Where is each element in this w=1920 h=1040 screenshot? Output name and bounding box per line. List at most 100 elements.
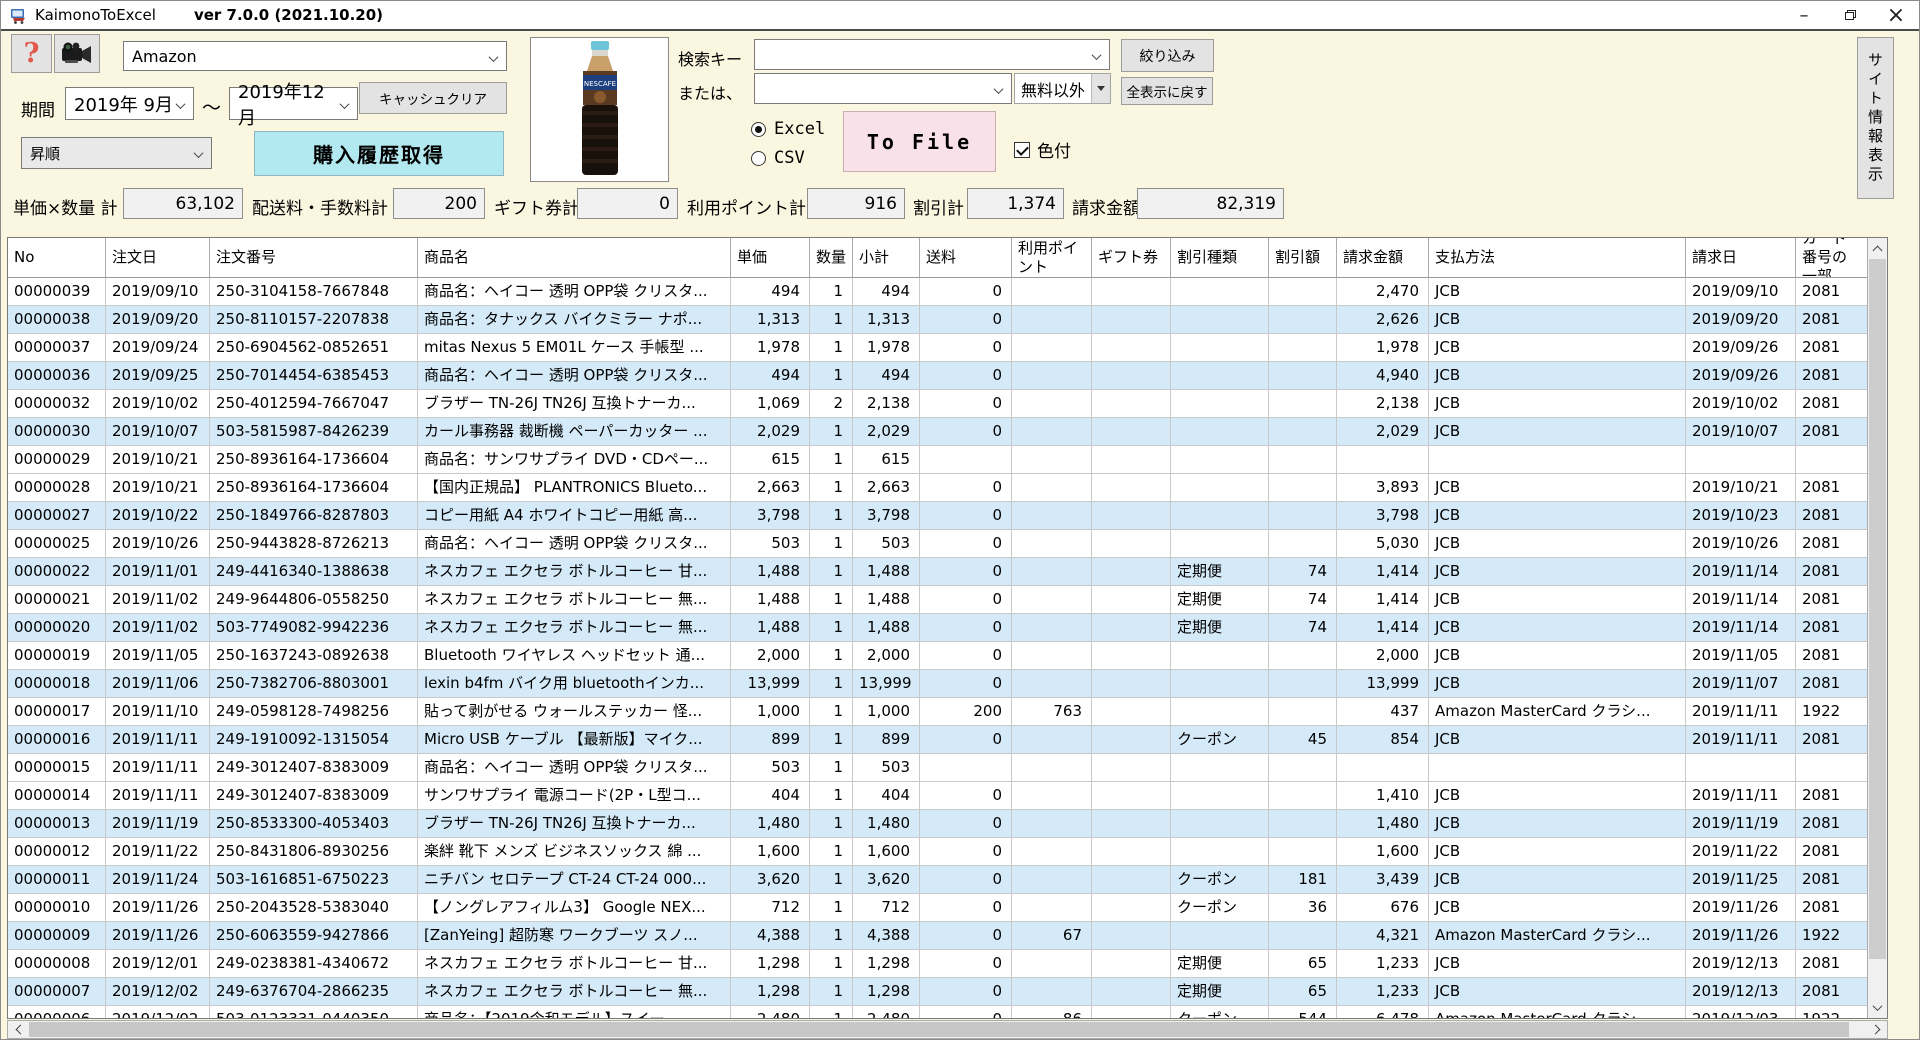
chevron-down-icon xyxy=(195,144,202,162)
cell-points-used xyxy=(1012,530,1092,558)
cell-order-number: 250-4012594-7667047 xyxy=(210,390,418,418)
triangle-down-icon xyxy=(1097,86,1105,91)
cell-order-number: 250-2043528-5383040 xyxy=(210,894,418,922)
video-tutorial-button[interactable] xyxy=(54,34,100,73)
column-header-no[interactable]: No xyxy=(8,238,106,277)
column-header-subtotal[interactable]: 小計 xyxy=(853,238,920,277)
column-header-order-number[interactable]: 注文番号 xyxy=(210,238,418,277)
radio-csv-label: CSV xyxy=(774,148,805,168)
column-header-billing-date[interactable]: 請求日 xyxy=(1686,238,1796,277)
cell-points-used xyxy=(1012,390,1092,418)
column-header-billed-amount[interactable]: 請求金額 xyxy=(1337,238,1429,277)
period-to-select[interactable]: 2019年12月 xyxy=(229,87,358,120)
table-row[interactable]: 000000132019/11/19250-8533300-4053403ブラザ… xyxy=(8,810,1887,838)
svg-text:NESCAFE: NESCAFE xyxy=(583,80,615,88)
table-row[interactable]: 000000372019/09/24250-6904562-0852651mit… xyxy=(8,334,1887,362)
cell-discount-type xyxy=(1171,474,1269,502)
column-header-order-date[interactable]: 注文日 xyxy=(106,238,210,277)
column-header-card-number-part[interactable]: カード番号の一部 xyxy=(1796,238,1868,277)
dropdown-arrow-button[interactable] xyxy=(1091,74,1110,103)
secondary-search-input[interactable] xyxy=(754,73,1012,104)
table-row[interactable]: 000000152019/11/11249-3012407-8383009商品名… xyxy=(8,754,1887,782)
cell-product-name: [ZanYeing] 超防寒 ワークブーツ スノ... xyxy=(418,922,731,950)
cell-billed-amount: 1,414 xyxy=(1337,614,1429,642)
column-header-gift-card[interactable]: ギフト券 xyxy=(1092,238,1171,277)
colored-checkbox[interactable]: 色付 xyxy=(1014,137,1071,162)
column-header-unit-price[interactable]: 単価 xyxy=(731,238,810,277)
horizontal-scrollbar[interactable] xyxy=(7,1020,1888,1039)
cell-shipping: 0 xyxy=(920,950,1012,978)
cell-payment-method: JCB xyxy=(1429,894,1686,922)
cell-no: 00000032 xyxy=(8,390,106,418)
table-row[interactable]: 000000062019/12/02503-0123331-0440350商品名… xyxy=(8,1006,1887,1019)
table-row[interactable]: 000000072019/12/02249-6376704-2866235ネスカ… xyxy=(8,978,1887,1006)
table-row[interactable]: 000000322019/10/02250-4012594-7667047ブラザ… xyxy=(8,390,1887,418)
site-select[interactable]: Amazon xyxy=(123,41,507,71)
minimize-button[interactable]: – xyxy=(1781,1,1827,29)
cell-points-used: 763 xyxy=(1012,698,1092,726)
close-button[interactable]: × xyxy=(1873,1,1919,29)
vertical-scrollbar-thumb[interactable] xyxy=(1869,259,1886,959)
table-row[interactable]: 000000362019/09/25250-7014454-6385453商品名… xyxy=(8,362,1887,390)
cell-no: 00000015 xyxy=(8,754,106,782)
site-info-button[interactable]: サイト情報表示 xyxy=(1857,37,1894,199)
restore-button[interactable] xyxy=(1827,1,1873,29)
table-row[interactable]: 000000102019/11/26250-2043528-5383040【ノン… xyxy=(8,894,1887,922)
cell-order-date: 2019/10/21 xyxy=(106,446,210,474)
table-row[interactable]: 000000172019/11/10249-0598128-7498256貼って… xyxy=(8,698,1887,726)
table-row[interactable]: 000000252019/10/26250-9443828-8726213商品名… xyxy=(8,530,1887,558)
table-row[interactable]: 000000122019/11/22250-8431806-8930256楽絆 … xyxy=(8,838,1887,866)
table-row[interactable]: 000000182019/11/06250-7382706-8803001lex… xyxy=(8,670,1887,698)
table-row[interactable]: 000000142019/11/11249-3012407-8383009サンワ… xyxy=(8,782,1887,810)
sort-order-select[interactable]: 昇順 xyxy=(21,137,212,169)
vertical-scrollbar[interactable] xyxy=(1867,238,1887,1018)
column-header-shipping[interactable]: 送料 xyxy=(920,238,1012,277)
reset-view-button[interactable]: 全表示に戻す xyxy=(1121,77,1213,105)
table-row[interactable]: 000000202019/11/02503-7749082-9942236ネスカ… xyxy=(8,614,1887,642)
table-row[interactable]: 000000112019/11/24503-1616851-6750223ニチバ… xyxy=(8,866,1887,894)
scroll-down-arrow[interactable] xyxy=(1868,998,1887,1018)
cell-discount-amount xyxy=(1269,418,1337,446)
horizontal-scrollbar-thumb[interactable] xyxy=(29,1022,1849,1037)
radio-excel[interactable]: Excel xyxy=(751,119,825,139)
scroll-left-arrow[interactable] xyxy=(8,1021,28,1038)
table-row[interactable]: 000000382019/09/20250-8110157-2207838商品名… xyxy=(8,306,1887,334)
column-header-discount-amount[interactable]: 割引額 xyxy=(1269,238,1337,277)
column-header-discount-type[interactable]: 割引種類 xyxy=(1171,238,1269,277)
table-row[interactable]: 000000092019/11/26250-6063559-9427866[Za… xyxy=(8,922,1887,950)
scroll-up-arrow[interactable] xyxy=(1868,238,1887,258)
cell-order-date: 2019/11/05 xyxy=(106,642,210,670)
cell-no: 00000028 xyxy=(8,474,106,502)
cell-discount-amount xyxy=(1269,390,1337,418)
cell-billing-date: 2019/11/26 xyxy=(1686,894,1796,922)
table-row[interactable]: 000000212019/11/02249-9644806-0558250ネスカ… xyxy=(8,586,1887,614)
column-header-product-name[interactable]: 商品名 xyxy=(418,238,731,277)
table-row[interactable]: 000000082019/12/01249-0238381-4340672ネスカ… xyxy=(8,950,1887,978)
table-row[interactable]: 000000282019/10/21250-8936164-1736604【国内… xyxy=(8,474,1887,502)
cell-product-name: 商品名：タナックス バイクミラー ナポ... xyxy=(418,306,731,334)
column-header-quantity[interactable]: 数量 xyxy=(810,238,853,277)
table-row[interactable]: 000000162019/11/11249-1910092-1315054Mic… xyxy=(8,726,1887,754)
cell-shipping: 0 xyxy=(920,726,1012,754)
table-row[interactable]: 000000302019/10/07503-5815987-8426239カール… xyxy=(8,418,1887,446)
table-row[interactable]: 000000272019/10/22250-1849766-8287803コピー… xyxy=(8,502,1887,530)
cache-clear-button[interactable]: キャッシュクリア xyxy=(359,82,507,114)
radio-csv[interactable]: CSV xyxy=(751,148,805,168)
scroll-right-arrow[interactable] xyxy=(1867,1021,1887,1038)
filter-button[interactable]: 絞り込み xyxy=(1121,39,1214,72)
table-row[interactable]: 000000222019/11/01249-4416340-1388638ネスカ… xyxy=(8,558,1887,586)
column-header-payment-method[interactable]: 支払方法 xyxy=(1429,238,1686,277)
cell-order-number: 503-1616851-6750223 xyxy=(210,866,418,894)
table-row[interactable]: 000000292019/10/21250-8936164-1736604商品名… xyxy=(8,446,1887,474)
fetch-history-button[interactable]: 購入履歴取得 xyxy=(254,131,504,176)
search-key-input[interactable] xyxy=(754,39,1110,70)
to-file-button[interactable]: To File xyxy=(843,111,996,172)
column-header-points-used[interactable]: 利用ポイント xyxy=(1012,238,1092,277)
cell-billing-date: 2019/11/26 xyxy=(1686,922,1796,950)
cell-no: 00000010 xyxy=(8,894,106,922)
table-row[interactable]: 000000192019/11/05250-1637243-0892638Blu… xyxy=(8,642,1887,670)
help-button[interactable]: ? xyxy=(11,34,52,73)
free-filter-select[interactable]: 無料以外 xyxy=(1014,73,1111,104)
period-from-select[interactable]: 2019年 9月 xyxy=(65,87,194,120)
table-row[interactable]: 000000392019/09/10250-3104158-7667848商品名… xyxy=(8,278,1887,306)
